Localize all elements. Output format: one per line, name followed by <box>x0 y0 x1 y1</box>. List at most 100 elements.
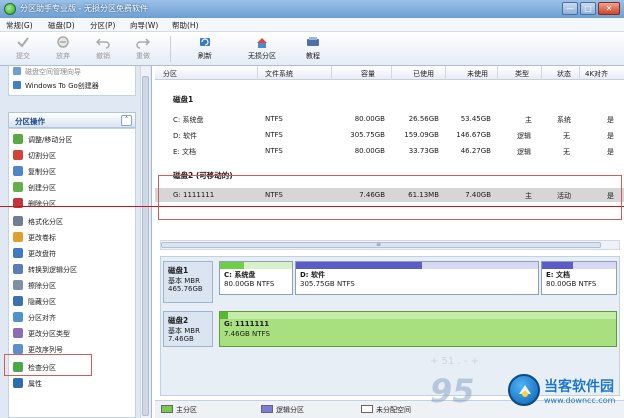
col-free[interactable]: 未使用 <box>467 69 488 79</box>
op-properties[interactable]: 属性 <box>13 377 131 391</box>
table-scroll-thumb[interactable]: ≡ <box>161 241 601 248</box>
table-horizontal-scrollbar[interactable]: ≡ <box>160 240 620 250</box>
watermark-logo-icon <box>508 374 540 406</box>
legend-swatch <box>361 405 373 413</box>
partition-type-icon <box>13 328 23 338</box>
legend-swatch <box>261 405 273 413</box>
disk1-title: 磁盘1 <box>173 95 194 104</box>
op-resize-move[interactable]: 调整/移动分区 <box>13 133 131 147</box>
annotation-box-check-partition <box>4 354 92 376</box>
table-row[interactable]: C: 系统盘 NTFS 80.00GB 26.56GB 53.45GB 主 系统… <box>155 112 624 126</box>
discard-icon <box>57 36 69 48</box>
legend-logical: 逻辑分区 <box>261 405 304 415</box>
op-copy[interactable]: 复制分区 <box>13 165 131 179</box>
legend-swatch <box>161 405 173 413</box>
collapse-chevron-icon[interactable]: ˄ <box>121 115 132 126</box>
lossless-partition-button[interactable]: 无损分区 <box>240 35 284 63</box>
column-divider <box>391 66 392 80</box>
toolbar-separator <box>170 36 171 62</box>
op-create[interactable]: 创建分区 <box>13 181 131 195</box>
legend-primary: 主分区 <box>161 405 197 415</box>
windows-logo-icon <box>13 81 21 89</box>
redo-icon <box>136 38 150 49</box>
refresh-icon <box>200 38 210 46</box>
col-status[interactable]: 状态 <box>557 69 571 79</box>
op-wipe[interactable]: 擦除分区 <box>13 279 131 293</box>
partition-block-d[interactable]: D: 软件 305.75GB NTFS <box>295 261 539 295</box>
menu-partition[interactable]: 分区(P) <box>90 20 115 31</box>
op-split[interactable]: 切割分区 <box>13 149 131 163</box>
partition-ops-title: 分区操作 <box>15 117 45 126</box>
op-change-letter[interactable]: 更改盘符 <box>13 247 131 261</box>
op-format[interactable]: 格式化分区 <box>13 215 131 229</box>
table-row[interactable]: E: 文档 NTFS 80.00GB 33.73GB 46.27GB 逻辑 无 … <box>155 144 624 158</box>
hide-icon <box>13 296 23 306</box>
usage-fill <box>220 262 244 269</box>
disk2-label[interactable]: 磁盘2 基本 MBR 7.46GB <box>163 311 213 347</box>
label-icon <box>13 232 23 242</box>
copy-icon <box>13 166 23 176</box>
menu-bar: 常规(G) 磁盘(D) 分区(P) 向导(W) 帮助(H) <box>0 18 624 32</box>
partition-block-c[interactable]: C: 系统盘 80.00GB NTFS <box>219 261 293 295</box>
app-logo-icon <box>4 3 16 15</box>
col-4k-align[interactable]: 4K对齐 <box>585 69 608 79</box>
col-filesystem[interactable]: 文件系统 <box>265 69 293 79</box>
menu-wizard[interactable]: 向导(W) <box>130 20 158 31</box>
serial-icon <box>13 344 23 354</box>
undo-button[interactable]: 撤销 <box>86 35 120 63</box>
menu-general[interactable]: 常规(G) <box>6 20 33 31</box>
create-icon <box>13 182 23 192</box>
toolbar: 提交 放弃 撤销 重做 刷新 无损分区 教程 <box>0 32 624 66</box>
watermark-ghost-text: + 51 . - + <box>430 356 479 367</box>
drive-letter-icon <box>13 248 23 258</box>
tutorial-icon <box>307 37 319 46</box>
col-type[interactable]: 类型 <box>515 69 529 79</box>
watermark: 95 当客软件园 www.downcc.com <box>430 370 620 414</box>
menu-disk[interactable]: 磁盘(D) <box>48 20 75 31</box>
op-change-label[interactable]: 更改卷标 <box>13 231 131 245</box>
minimize-button[interactable]: — <box>562 2 578 15</box>
col-used[interactable]: 已使用 <box>413 69 434 79</box>
usage-fill <box>542 262 574 269</box>
partition-icon <box>257 38 267 48</box>
column-divider <box>257 66 258 80</box>
wizard-item-space-manager[interactable]: 磁盘空间管理向导 <box>13 67 81 77</box>
col-capacity[interactable]: 容量 <box>361 69 375 79</box>
column-divider <box>331 66 332 80</box>
tutorial-button[interactable]: 教程 <box>296 35 330 63</box>
wizard-list: 磁盘空间管理向导 Windows To Go创建器 <box>8 66 136 96</box>
column-divider <box>445 66 446 80</box>
resize-icon <box>13 134 23 144</box>
watermark-site-name: 当客软件园 <box>544 379 614 395</box>
maximize-button[interactable]: □ <box>580 2 596 15</box>
op-hide[interactable]: 隐藏分区 <box>13 295 131 309</box>
usage-fill <box>220 312 228 319</box>
wipe-icon <box>13 280 23 290</box>
convert-icon <box>13 264 23 274</box>
watermark-url: www.downcc.com <box>544 396 616 405</box>
column-divider <box>541 66 542 80</box>
op-align[interactable]: 分区对齐 <box>13 311 131 325</box>
op-change-type[interactable]: 更改分区类型 <box>13 327 131 341</box>
close-button[interactable]: ✕ <box>598 2 620 15</box>
partition-block-e[interactable]: E: 文档 80.00GB NTFS <box>541 261 617 295</box>
refresh-button[interactable]: 刷新 <box>188 35 222 63</box>
table-header: 分区 文件系统 容量 已使用 未使用 类型 状态 4K对齐 <box>155 66 624 80</box>
op-convert-logical[interactable]: 转换到逻辑分区 <box>13 263 131 277</box>
column-divider <box>497 66 498 80</box>
wizard-icon <box>13 67 21 75</box>
col-partition[interactable]: 分区 <box>163 69 177 79</box>
partition-block-g[interactable]: G: 1111111 7.46GB NTFS <box>219 311 617 347</box>
redo-button[interactable]: 重做 <box>126 35 160 63</box>
discard-button[interactable]: 放弃 <box>46 35 80 63</box>
menu-help[interactable]: 帮助(H) <box>172 20 199 31</box>
sidebar-scrollbar[interactable] <box>140 66 150 418</box>
annotation-box-removable-disk <box>158 175 622 220</box>
op-delete[interactable]: 删除分区 <box>13 197 131 211</box>
window-title: 分区助手专业版 - 无损分区免费软件 <box>20 4 148 13</box>
wizard-item-windows-to-go[interactable]: Windows To Go创建器 <box>13 81 99 91</box>
sidebar-scroll-thumb[interactable] <box>142 76 149 416</box>
disk1-label[interactable]: 磁盘1 基本 MBR 465.76GB <box>163 261 213 303</box>
table-row[interactable]: D: 软件 NTFS 305.75GB 159.09GB 146.67GB 逻辑… <box>155 128 624 142</box>
apply-button[interactable]: 提交 <box>6 35 40 63</box>
